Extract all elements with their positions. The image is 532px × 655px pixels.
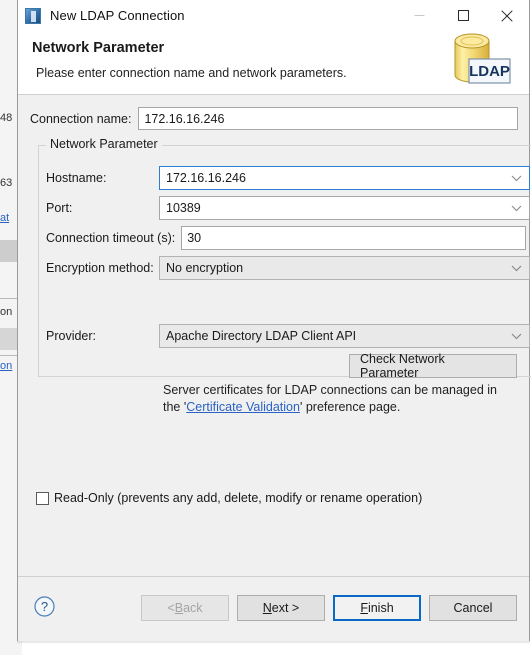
chevron-down-icon bbox=[511, 171, 522, 185]
hostname-value: 172.16.16.246 bbox=[166, 171, 246, 185]
encryption-method-combo[interactable]: No encryption bbox=[159, 256, 530, 280]
provider-row: Provider: Apache Directory LDAP Client A… bbox=[46, 324, 531, 348]
connection-name-label: Connection name: bbox=[30, 111, 132, 126]
background-link-fragment[interactable]: on bbox=[0, 360, 12, 372]
port-row: Port: 10389 bbox=[46, 196, 531, 220]
connection-timeout-label: Connection timeout (s): bbox=[46, 231, 176, 245]
ldap-database-icon: LDAP bbox=[445, 29, 513, 91]
hostname-label: Hostname: bbox=[46, 171, 107, 185]
background-text-fragment: on bbox=[0, 306, 13, 318]
page-title: Network Parameter bbox=[32, 40, 165, 56]
connection-name-input[interactable]: 172.16.16.246 bbox=[138, 107, 519, 130]
encryption-method-value: No encryption bbox=[166, 261, 244, 275]
dialog-footer: ? < Back Next > Finish Cancel bbox=[18, 576, 529, 641]
read-only-label: Read-Only (prevents any add, delete, mod… bbox=[54, 491, 423, 505]
svg-text:LDAP: LDAP bbox=[469, 63, 510, 80]
chevron-down-icon bbox=[511, 201, 522, 215]
next-button-mnemonic: N bbox=[262, 601, 272, 615]
port-value: 10389 bbox=[166, 201, 201, 215]
connection-name-row: Connection name: 172.16.16.246 bbox=[30, 107, 519, 130]
read-only-checkbox[interactable] bbox=[36, 491, 49, 505]
hostname-combo[interactable]: 172.16.16.246 bbox=[159, 166, 530, 190]
read-only-checkbox-row[interactable]: Read-Only (prevents any add, delete, mod… bbox=[36, 491, 422, 505]
network-parameter-group-legend: Network Parameter bbox=[46, 137, 162, 151]
provider-combo[interactable]: Apache Directory LDAP Client API bbox=[159, 324, 530, 348]
encryption-method-label: Encryption method: bbox=[46, 261, 154, 275]
minimize-icon[interactable] bbox=[397, 0, 441, 31]
chevron-down-icon bbox=[511, 261, 522, 275]
background-text-fragment: 48 bbox=[0, 112, 13, 124]
hostname-row: Hostname: 172.16.16.246 bbox=[46, 166, 531, 190]
back-button-post: ack bbox=[183, 601, 203, 615]
dialog-drop-shadow bbox=[17, 641, 530, 644]
ldap-app-icon bbox=[25, 7, 41, 24]
svg-text:?: ? bbox=[41, 599, 48, 614]
close-icon[interactable] bbox=[485, 0, 529, 31]
check-network-parameter-button[interactable]: Check Network Parameter bbox=[349, 352, 517, 380]
port-label: Port: bbox=[46, 201, 73, 215]
next-button[interactable]: Next > bbox=[237, 595, 325, 621]
footer-buttons: < Back Next > Finish Cancel bbox=[141, 595, 517, 621]
dialog-header: Network Parameter Please enter connectio… bbox=[18, 31, 529, 95]
certificate-validation-link[interactable]: Certificate Validation bbox=[186, 400, 300, 414]
finish-button-mnemonic: F bbox=[360, 601, 368, 615]
window-controls bbox=[397, 0, 529, 31]
background-text-fragment: 63 bbox=[0, 177, 13, 189]
new-ldap-connection-dialog: New LDAP Connection Network Parameter Pl… bbox=[17, 0, 531, 641]
background-link-fragment[interactable]: at bbox=[0, 212, 9, 224]
back-button-mnemonic: B bbox=[174, 601, 184, 615]
maximize-icon[interactable] bbox=[441, 0, 485, 31]
provider-label: Provider: bbox=[46, 329, 97, 343]
connection-timeout-input[interactable]: 30 bbox=[181, 226, 527, 250]
next-button-post: ext > bbox=[271, 601, 300, 615]
form-area: Connection name: 172.16.16.246 Network P… bbox=[18, 95, 531, 576]
chevron-down-icon bbox=[511, 329, 522, 343]
encryption-method-row: Encryption method: No encryption bbox=[46, 256, 531, 280]
finish-button[interactable]: Finish bbox=[333, 595, 421, 621]
finish-button-post: inish bbox=[367, 601, 394, 615]
cancel-button[interactable]: Cancel bbox=[429, 595, 517, 621]
page-subtitle: Please enter connection name and network… bbox=[36, 66, 347, 80]
help-question-icon[interactable]: ? bbox=[34, 596, 55, 617]
window-title: New LDAP Connection bbox=[50, 8, 185, 23]
certificate-hint: Server certificates for LDAP connections… bbox=[163, 382, 515, 416]
certificate-hint-after: ' preference page. bbox=[299, 400, 401, 414]
title-bar: New LDAP Connection bbox=[18, 0, 529, 31]
connection-timeout-row: Connection timeout (s): 30 bbox=[46, 226, 531, 250]
back-button[interactable]: < Back bbox=[141, 595, 229, 621]
port-combo[interactable]: 10389 bbox=[159, 196, 530, 220]
provider-value: Apache Directory LDAP Client API bbox=[166, 329, 357, 343]
back-button-pre: < bbox=[167, 601, 175, 615]
